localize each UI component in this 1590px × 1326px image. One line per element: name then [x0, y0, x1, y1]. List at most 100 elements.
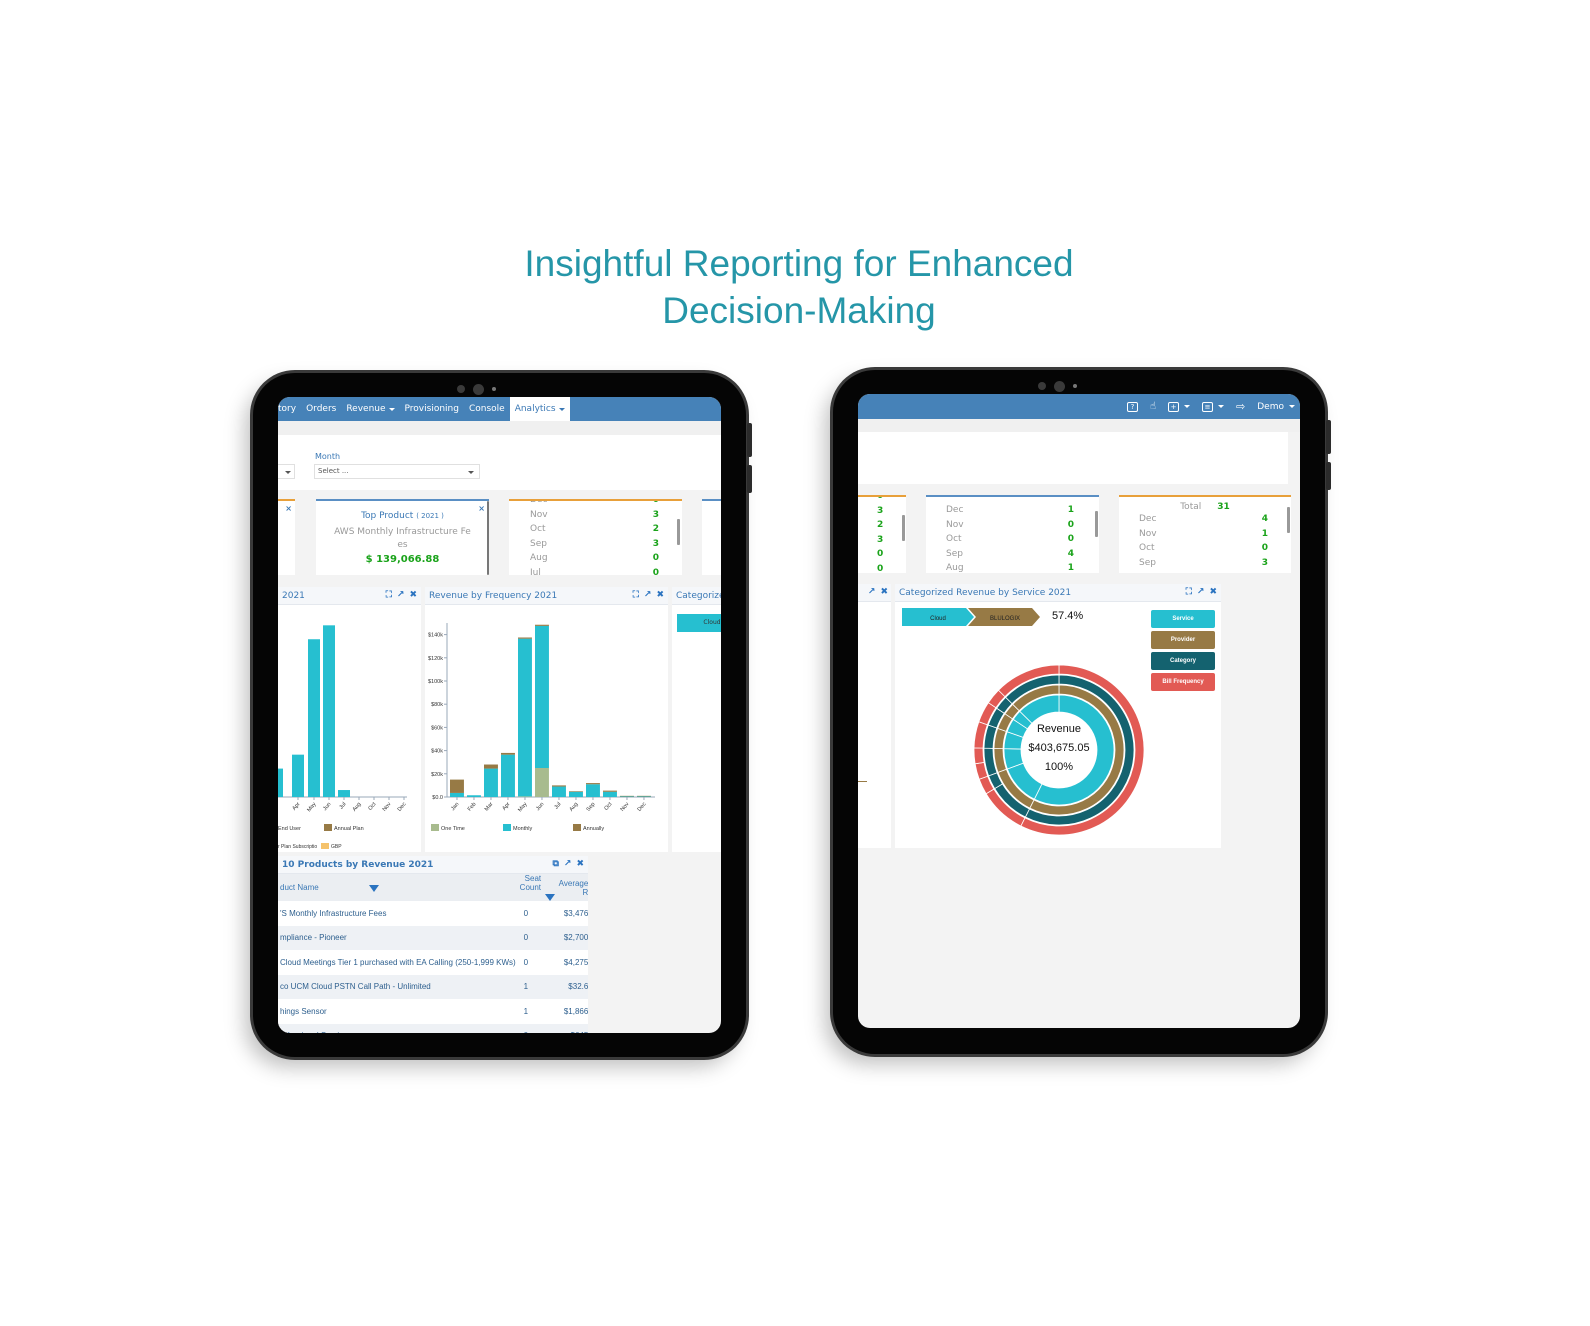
close-icon[interactable]: ✖	[1209, 587, 1217, 597]
breadcrumb-blulogix-label: BLULOGIX	[990, 616, 1020, 622]
column-header-average[interactable]: Average R	[556, 874, 588, 901]
close-icon[interactable]: ×	[285, 504, 292, 513]
month-row: Jul 0	[530, 566, 659, 576]
add-icon[interactable]: +	[1168, 401, 1191, 412]
close-icon[interactable]: ✖	[576, 859, 584, 869]
sub-bar	[278, 421, 721, 435]
bar-annually-may[interactable]	[518, 637, 532, 639]
bar-monthly-may[interactable]	[518, 638, 532, 797]
help-chat-icon[interactable]: ?	[1126, 401, 1138, 412]
pin-icon[interactable]: ↗	[644, 590, 652, 600]
user-menu[interactable]: Demo	[1257, 402, 1295, 412]
table-row[interactable]: mpliance - Pioneer 0 $2,700	[278, 925, 588, 950]
x-tick-label: Dec	[397, 801, 408, 813]
scrollbar[interactable]	[902, 515, 905, 541]
expand-icon[interactable]: ⛶	[1186, 587, 1192, 597]
bar-monthly-apr[interactable]	[501, 754, 515, 797]
bar-annually-oct[interactable]	[603, 790, 617, 792]
bar-one-time-jun[interactable]	[535, 768, 549, 797]
close-icon[interactable]: ✖	[880, 587, 888, 597]
touch-icon[interactable]: ☝	[1150, 401, 1156, 412]
nav-item-analytics[interactable]: Analytics	[509, 397, 570, 421]
panel-header: 2021 ⛶ ↗ ✖	[278, 587, 421, 605]
pin-icon[interactable]: ↗	[397, 590, 405, 600]
month-value: 0	[652, 499, 659, 505]
bar-annually-jun[interactable]	[535, 624, 549, 626]
bar-one-time-may[interactable]	[518, 796, 532, 798]
external-link-icon[interactable]: ⧉	[552, 859, 558, 869]
total-row: Total 31	[1119, 502, 1291, 512]
table-row[interactable]: rofessional Services0$645	[278, 1023, 588, 1033]
nav-item-provisioning[interactable]: Provisioning	[400, 397, 464, 421]
table-row[interactable]: hings Sensor 1 $1,866	[278, 999, 588, 1024]
top-product-name-line1: AWS Monthly Infrastructure Fe	[334, 527, 471, 537]
column-header-seat-count[interactable]: Seat Count	[517, 874, 557, 901]
legend-button-bill-frequency[interactable]: Bill Frequency	[1151, 673, 1215, 691]
bar-end-user-may[interactable]	[308, 639, 320, 797]
bar-end-user-apr[interactable]	[292, 754, 304, 797]
panel-tools: ⛶ ↗ ✖	[1186, 587, 1217, 597]
x-tick-label: Jun	[535, 801, 545, 812]
bar-monthly-feb[interactable]	[467, 795, 481, 797]
scrollbar[interactable]	[1095, 511, 1098, 537]
nav-item-orders[interactable]: Orders	[301, 397, 341, 421]
settings-panel-icon[interactable]: ≡	[1202, 401, 1225, 412]
bar-annually-nov[interactable]	[620, 795, 634, 797]
month-value: 0	[1067, 519, 1074, 530]
bar-monthly-sep[interactable]	[586, 784, 600, 797]
legend-button-provider[interactable]: Provider	[1151, 631, 1215, 649]
nav-item-label: Analytics	[514, 404, 556, 414]
bar-monthly-jan[interactable]	[450, 792, 464, 797]
bar-annually-jan[interactable]	[450, 779, 464, 793]
month-row: Nov 3	[530, 508, 659, 523]
bar-annually-dec[interactable]	[637, 795, 651, 797]
bar-monthly-jul[interactable]	[552, 786, 566, 797]
bar-annually-jul[interactable]	[552, 785, 566, 787]
month-row: Dec 4	[1139, 512, 1268, 527]
bar-annually-mar[interactable]	[484, 764, 498, 769]
close-icon[interactable]: ×	[478, 504, 485, 513]
month-select[interactable]: Select ...	[314, 464, 480, 479]
bar-monthly-aug[interactable]	[569, 791, 583, 797]
table-row[interactable]: co UCM Cloud PSTN Call Path - Unlimited 1…	[278, 974, 588, 999]
close-icon[interactable]: ✖	[409, 590, 417, 600]
table-row[interactable]: 'S Monthly Infrastructure Fees 0 $3,476	[278, 901, 588, 926]
screen-right: ? ☝ + ≡ ⇨ Demo 0 3 2 3 0 0 Dec 1 Nov 0 Oct 0 Sep 4 Au…	[858, 394, 1300, 1028]
bar-annually-apr[interactable]	[501, 752, 515, 755]
column-header-product-name[interactable]: duct Name	[278, 874, 518, 901]
scrollbar[interactable]	[1287, 507, 1290, 533]
filter-icon[interactable]	[544, 894, 555, 901]
bar-monthly-jun[interactable]	[535, 625, 549, 768]
bar-end-user-mar[interactable]	[278, 768, 283, 797]
year-select[interactable]	[278, 464, 295, 479]
expand-icon[interactable]: ⛶	[386, 590, 392, 600]
bar-monthly-dec[interactable]	[637, 796, 651, 798]
filter-icon[interactable]	[368, 885, 379, 892]
logout-icon[interactable]: ⇨	[1236, 400, 1245, 413]
bar-end-user-jun[interactable]	[323, 625, 335, 797]
x-tick-label: Dec	[637, 801, 648, 813]
count-card-middle: Dec 1 Nov 0 Oct 0 Sep 4 Aug 1	[926, 495, 1099, 573]
pin-icon[interactable]: ↗	[564, 859, 572, 869]
bar-annually-aug[interactable]	[569, 791, 583, 792]
bar-monthly-nov[interactable]	[620, 796, 634, 798]
count-value: 0	[877, 563, 884, 574]
nav-item-revenue[interactable]: Revenue	[341, 397, 399, 421]
bar-monthly-oct[interactable]	[603, 791, 617, 797]
legend-button-service[interactable]: Service	[1151, 610, 1215, 628]
month-value: 4	[1261, 514, 1268, 524]
bar-annually-sep[interactable]	[586, 783, 600, 785]
bar-end-user-jul[interactable]	[338, 790, 350, 797]
close-icon[interactable]: ✖	[656, 590, 664, 600]
x-tick-label: Oct	[367, 801, 377, 812]
pin-icon[interactable]: ↗	[1197, 587, 1205, 597]
expand-icon[interactable]: ⛶	[633, 590, 639, 600]
bar-monthly-mar[interactable]	[484, 768, 498, 797]
pin-icon[interactable]: ↗	[868, 587, 876, 597]
nav-item-tory[interactable]: tory	[278, 397, 301, 421]
legend-button-category[interactable]: Category	[1151, 652, 1215, 670]
table-row[interactable]: Cloud Meetings Tier 1 purchased with EA …	[278, 950, 588, 975]
scrollbar[interactable]	[677, 519, 680, 545]
breadcrumb-cloud[interactable]: Cloud	[677, 614, 721, 632]
nav-item-console[interactable]: Console	[464, 397, 510, 421]
